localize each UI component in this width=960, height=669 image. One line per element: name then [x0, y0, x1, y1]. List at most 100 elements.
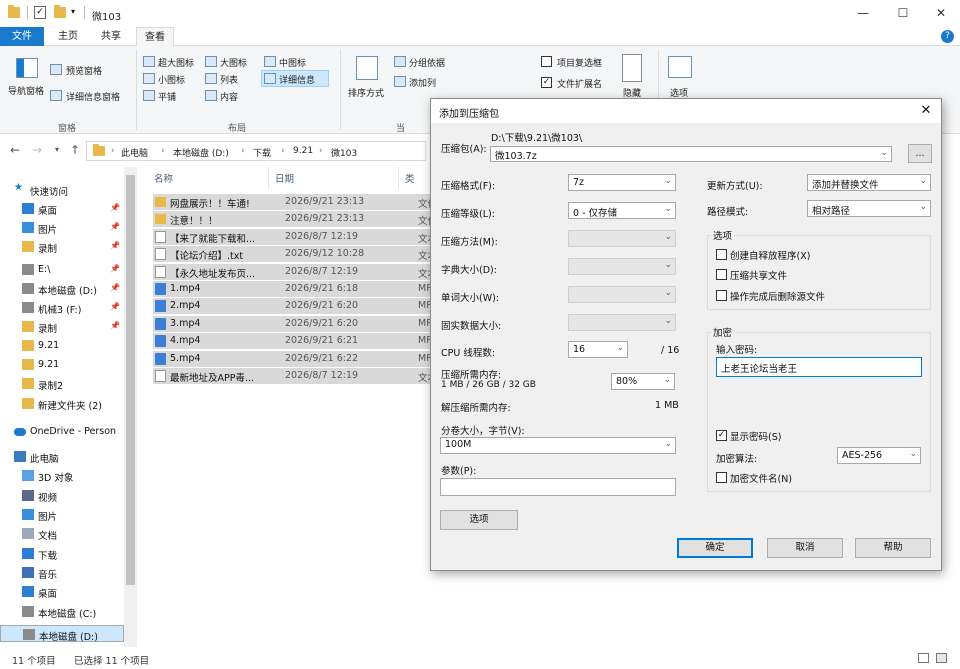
- column-header-type[interactable]: 类: [405, 171, 415, 185]
- nav-item[interactable]: 桌面 📌: [0, 200, 124, 218]
- list-option[interactable]: 列表: [220, 73, 238, 86]
- preview-pane-button[interactable]: 预览窗格: [66, 64, 102, 77]
- method-select[interactable]: ⌄: [568, 230, 676, 247]
- nav-item[interactable]: 下载: [0, 545, 124, 563]
- hide-selected-icon[interactable]: [622, 54, 642, 82]
- format-select[interactable]: 7z ⌄: [568, 174, 676, 191]
- file-row[interactable]: 【论坛介绍】.txt 2026/9/12 10:28 文本: [153, 246, 437, 263]
- close-button[interactable]: ✕: [926, 4, 956, 22]
- item-checkboxes-checkbox[interactable]: [541, 56, 552, 67]
- options-icon[interactable]: [668, 56, 692, 78]
- solid-select[interactable]: ⌄: [568, 314, 676, 331]
- help-icon[interactable]: ?: [941, 30, 954, 43]
- column-header-name[interactable]: 名称: [154, 171, 173, 185]
- medium-icons-option[interactable]: 中图标: [279, 56, 306, 69]
- nav-item[interactable]: 图片: [0, 506, 124, 524]
- params-input[interactable]: [440, 478, 676, 496]
- quick-access-dropdown-icon[interactable]: ▾: [71, 7, 75, 16]
- nav-item[interactable]: 视频: [0, 487, 124, 505]
- breadcrumb-downloads[interactable]: 下载: [253, 146, 271, 159]
- browse-button[interactable]: ...: [908, 144, 932, 163]
- options-button[interactable]: 选项: [440, 510, 518, 530]
- small-icons-option[interactable]: 小图标: [158, 73, 185, 86]
- nav-item[interactable]: 桌面: [0, 583, 124, 601]
- tiles-option[interactable]: 平铺: [158, 90, 176, 103]
- file-row[interactable]: 注意！！！ 2026/9/21 23:13 文件: [153, 211, 437, 228]
- cancel-button[interactable]: 取消: [767, 538, 843, 558]
- new-folder-icon[interactable]: [54, 5, 66, 18]
- shared-files-checkbox[interactable]: [716, 269, 727, 280]
- show-password-checkbox[interactable]: ✓: [716, 430, 727, 441]
- divider[interactable]: [268, 167, 269, 189]
- nav-item[interactable]: 本地磁盘 (D:) 📌: [0, 280, 124, 298]
- details-pane-button[interactable]: 详细信息窗格: [66, 90, 120, 103]
- tab-file[interactable]: 文件: [0, 27, 44, 46]
- word-select[interactable]: ⌄: [568, 286, 676, 303]
- file-row[interactable]: 最新地址及APP毒... 2026/8/7 12:19 文本: [153, 368, 437, 384]
- add-columns-button[interactable]: 添加列: [409, 76, 436, 89]
- password-input[interactable]: 上老王论坛当老王: [716, 357, 922, 377]
- nav-item[interactable]: 图片 📌: [0, 219, 124, 237]
- archive-name-combo[interactable]: 微103.7z ⌄: [490, 146, 892, 162]
- sort-icon[interactable]: [356, 56, 378, 80]
- update-mode-select[interactable]: 添加并替换文件 ⌄: [807, 174, 931, 191]
- file-row[interactable]: 【来了就能下载和... 2026/8/7 12:19 文本: [153, 228, 437, 245]
- file-row[interactable]: 1.mp4 2026/9/21 6:18 MP4: [153, 281, 438, 297]
- nav-item[interactable]: 9.21: [0, 337, 124, 355]
- address-input[interactable]: › 此电脑 › 本地磁盘 (D:) › 下载 › 9.21 › 微103: [86, 141, 426, 161]
- nav-item[interactable]: 本地磁盘 (D:): [0, 625, 124, 643]
- file-ext-checkbox[interactable]: ✓: [541, 77, 552, 88]
- breadcrumb-9-21[interactable]: 9.21: [293, 146, 313, 156]
- divider[interactable]: [398, 167, 399, 189]
- breadcrumb-current[interactable]: 微103: [331, 146, 357, 159]
- nav-item[interactable]: 录制2: [0, 375, 124, 393]
- nav-item[interactable]: 新建文件夹 (2): [0, 395, 124, 413]
- nav-pane-icon[interactable]: [16, 58, 38, 78]
- large-icons-view-icon[interactable]: [936, 653, 947, 663]
- xl-icons-option[interactable]: 超大图标: [158, 56, 194, 69]
- nav-item[interactable]: 机械3 (F:) 📌: [0, 299, 124, 317]
- file-row[interactable]: 3.mp4 2026/9/21 6:20 MP4: [153, 315, 438, 332]
- nav-item[interactable]: 录制 📌: [0, 238, 124, 256]
- nav-item[interactable]: 本地磁盘 (C:): [0, 603, 124, 621]
- nav-scrollbar-thumb[interactable]: [126, 175, 135, 585]
- back-icon[interactable]: ←: [8, 143, 22, 157]
- details-option[interactable]: 详细信息: [279, 73, 315, 86]
- help-button[interactable]: 帮助: [855, 538, 931, 558]
- nav-item[interactable]: 录制 📌: [0, 318, 124, 336]
- dialog-close-button[interactable]: ✕: [917, 102, 935, 120]
- level-select[interactable]: 0 - 仅存储 ⌄: [568, 202, 676, 219]
- file-row[interactable]: 5.mp4 2026/9/21 6:22 MP4: [153, 350, 438, 367]
- breadcrumb-drive-d[interactable]: 本地磁盘 (D:): [173, 146, 229, 159]
- file-row[interactable]: 【永久地址发布页... 2026/8/7 12:19 文本: [153, 263, 437, 280]
- nav-item[interactable]: 音乐: [0, 564, 124, 582]
- maximize-button[interactable]: ☐: [888, 4, 918, 22]
- column-header-date[interactable]: 日期: [275, 171, 294, 185]
- mem-percent-select[interactable]: 80% ⌄: [611, 373, 675, 390]
- nav-pane-button[interactable]: 导航窗格: [8, 84, 44, 97]
- minimize-button[interactable]: —: [848, 4, 878, 22]
- details-view-icon[interactable]: [918, 653, 929, 663]
- dict-select[interactable]: ⌄: [568, 258, 676, 275]
- up-icon[interactable]: ↑: [68, 143, 82, 157]
- file-row[interactable]: 4.mp4 2026/9/21 6:21 MP4: [153, 333, 438, 350]
- nav-item[interactable]: 3D 对象: [0, 467, 124, 485]
- tab-view[interactable]: 查看: [136, 27, 174, 47]
- nav-item[interactable]: 9.21: [0, 356, 124, 374]
- nav-item[interactable]: E:\ 📌: [0, 261, 124, 279]
- nav-item[interactable]: 此电脑: [0, 448, 124, 466]
- group-by-button[interactable]: 分组依据: [409, 56, 445, 69]
- tab-home[interactable]: 主页: [52, 27, 84, 46]
- ok-button[interactable]: 确定: [677, 538, 753, 558]
- file-row[interactable]: 2.mp4 2026/9/21 6:20 MP4: [153, 298, 438, 315]
- create-sfx-checkbox[interactable]: [716, 249, 727, 260]
- split-size-combo[interactable]: 100M ⌄: [440, 437, 676, 454]
- tab-share[interactable]: 共享: [94, 27, 128, 46]
- chevron-down-icon[interactable]: ⌄: [880, 148, 888, 158]
- nav-item[interactable]: ★ 快速访问: [0, 181, 124, 199]
- forward-icon[interactable]: →: [30, 143, 44, 157]
- nav-item[interactable]: 文档: [0, 525, 124, 543]
- recent-dropdown-icon[interactable]: ▾: [50, 143, 64, 157]
- encryption-method-select[interactable]: AES-256 ⌄: [837, 447, 921, 464]
- path-mode-select[interactable]: 相对路径 ⌄: [807, 200, 931, 217]
